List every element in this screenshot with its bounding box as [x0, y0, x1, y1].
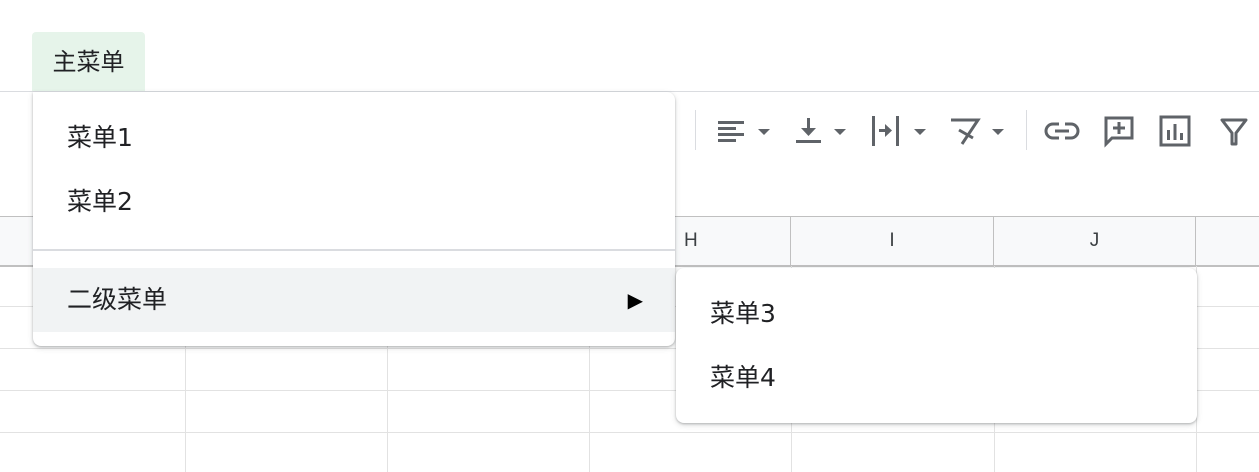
- toolbar-separator: [695, 110, 696, 150]
- insert-chart-button[interactable]: [1158, 112, 1192, 150]
- text-rotation-button[interactable]: [948, 112, 1010, 150]
- main-menu-dropdown: 菜单1 菜单2 二级菜单 ▶: [33, 92, 675, 346]
- link-icon: [1044, 122, 1080, 140]
- submenu-item-label: 二级菜单: [67, 285, 168, 314]
- insert-comment-button[interactable]: [1102, 112, 1136, 150]
- comment-add-icon: [1104, 116, 1134, 148]
- menu-item-4[interactable]: 菜单4: [676, 346, 1197, 410]
- text-wrap-icon: [872, 116, 926, 146]
- column-label: H: [684, 230, 698, 251]
- submenu-item[interactable]: 二级菜单 ▶: [33, 268, 675, 332]
- insert-link-button[interactable]: [1043, 112, 1083, 150]
- menu-bar: 主菜单: [0, 0, 1259, 92]
- toolbar-separator: [1026, 110, 1027, 150]
- vertical-align-button[interactable]: [794, 112, 852, 150]
- grid-row-line: [0, 432, 1259, 433]
- text-rotate-icon: [951, 118, 1004, 145]
- vertical-align-bottom-icon: [796, 118, 846, 143]
- menu-separator: [33, 249, 675, 251]
- column-header-k[interactable]: [1196, 217, 1259, 265]
- sub-menu-dropdown: 菜单3 菜单4: [676, 268, 1197, 423]
- chart-icon: [1159, 115, 1191, 147]
- main-menu-button[interactable]: 主菜单: [32, 32, 145, 92]
- submenu-arrow-icon: ▶: [627, 288, 643, 312]
- menu-item-1[interactable]: 菜单1: [33, 106, 675, 170]
- column-header-i[interactable]: I: [791, 217, 994, 265]
- text-wrapping-button[interactable]: [870, 112, 932, 150]
- create-filter-button[interactable]: [1218, 112, 1250, 150]
- column-header-j[interactable]: J: [994, 217, 1196, 265]
- menu-item-3[interactable]: 菜单3: [676, 282, 1197, 346]
- align-left-icon: [718, 121, 770, 142]
- filter-icon: [1220, 118, 1248, 146]
- horizontal-align-button[interactable]: [716, 112, 774, 150]
- menu-item-2[interactable]: 菜单2: [33, 170, 675, 234]
